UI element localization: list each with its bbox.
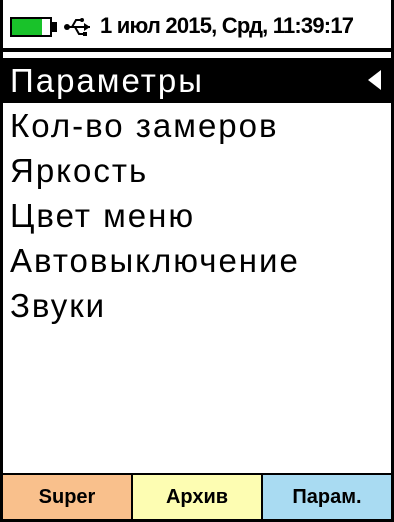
menu-item-label: Автовыключение bbox=[10, 242, 300, 279]
menu-item-label: Яркость bbox=[10, 152, 149, 189]
settings-menu: Параметры Кол-во замеров Яркость Цвет ме… bbox=[3, 58, 391, 328]
device-screen: 1 июл 2015, Срд, 11:39:17 Параметры Кол-… bbox=[0, 0, 394, 522]
params-softkey[interactable]: Парам. bbox=[263, 475, 391, 519]
archive-softkey[interactable]: Архив bbox=[133, 475, 263, 519]
battery-tip bbox=[52, 22, 57, 32]
datetime-label: 1 июл 2015, Срд, 11:39:17 bbox=[100, 13, 354, 38]
menu-item-measurement-count[interactable]: Кол-во замеров bbox=[3, 103, 391, 148]
usb-icon bbox=[64, 18, 90, 36]
menu-item-auto-off[interactable]: Автовыключение bbox=[3, 238, 391, 283]
battery-icon bbox=[10, 17, 52, 37]
menu-item-brightness[interactable]: Яркость bbox=[3, 148, 391, 193]
menu-item-label: Звуки bbox=[10, 287, 107, 324]
menu-item-label: Цвет меню bbox=[10, 197, 196, 234]
menu-item-parameters[interactable]: Параметры bbox=[3, 58, 391, 103]
battery-level-fill bbox=[12, 19, 43, 35]
super-softkey[interactable]: Super bbox=[3, 475, 133, 519]
status-bar: 1 июл 2015, Срд, 11:39:17 bbox=[3, 0, 391, 52]
menu-item-label: Параметры bbox=[10, 62, 204, 99]
menu-item-label: Кол-во замеров bbox=[10, 107, 279, 144]
arrow-left-icon bbox=[368, 70, 381, 90]
softkey-bar: Super Архив Парам. bbox=[3, 473, 391, 519]
menu-item-sounds[interactable]: Звуки bbox=[3, 283, 391, 328]
menu-item-menu-color[interactable]: Цвет меню bbox=[3, 193, 391, 238]
